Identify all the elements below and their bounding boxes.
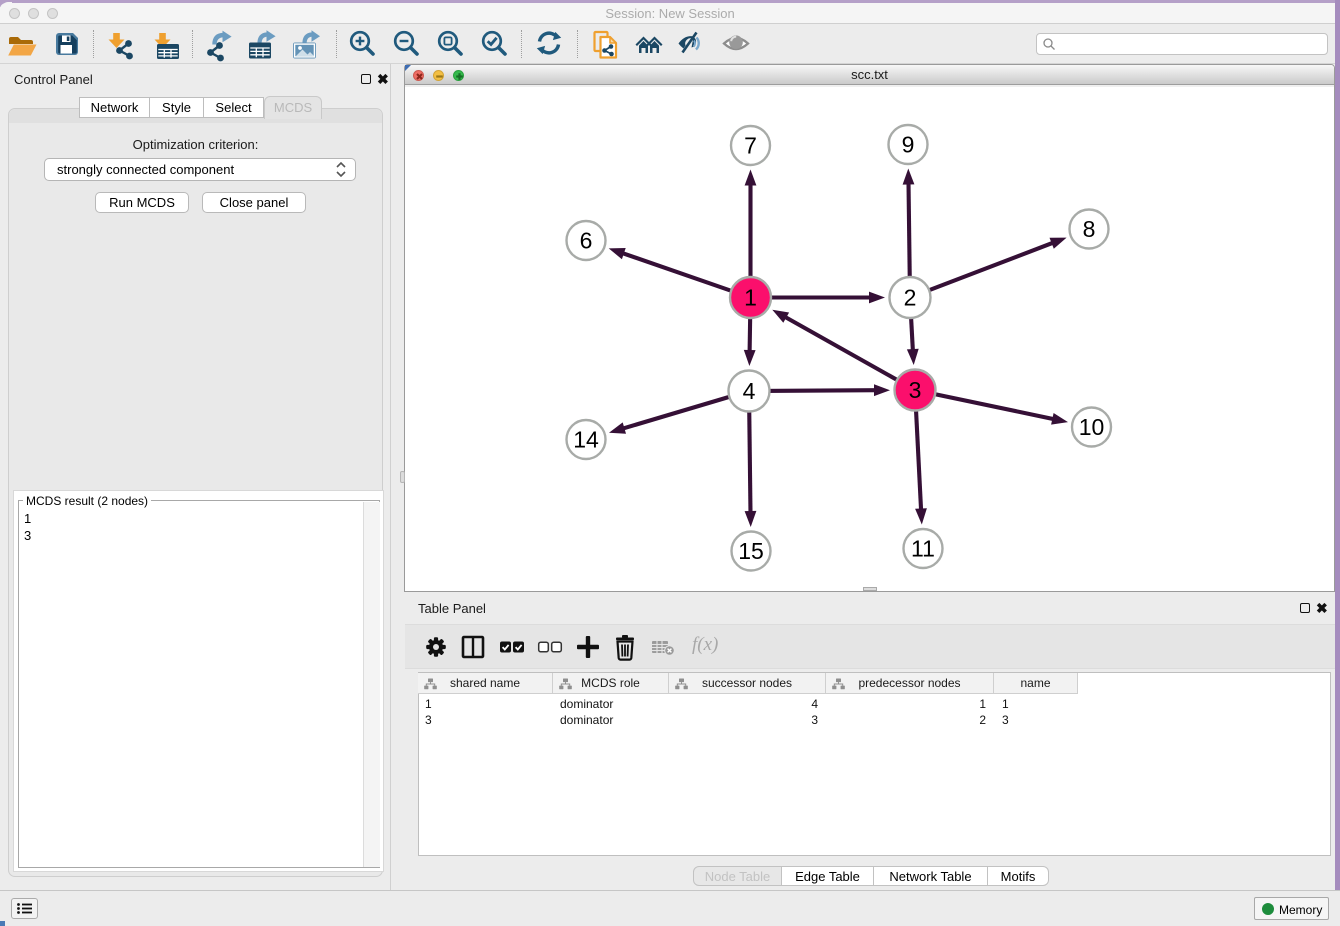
svg-text:11: 11 <box>911 536 935 562</box>
svg-text:4: 4 <box>743 378 756 404</box>
svg-text:3: 3 <box>909 377 922 403</box>
svg-text:9: 9 <box>902 132 915 158</box>
svg-text:2: 2 <box>904 285 917 311</box>
svg-text:15: 15 <box>738 538 764 564</box>
svg-text:8: 8 <box>1083 216 1096 242</box>
svg-text:14: 14 <box>573 427 599 453</box>
svg-text:6: 6 <box>580 228 593 254</box>
svg-text:10: 10 <box>1079 414 1105 440</box>
svg-text:7: 7 <box>744 133 757 159</box>
svg-text:1: 1 <box>744 285 757 311</box>
